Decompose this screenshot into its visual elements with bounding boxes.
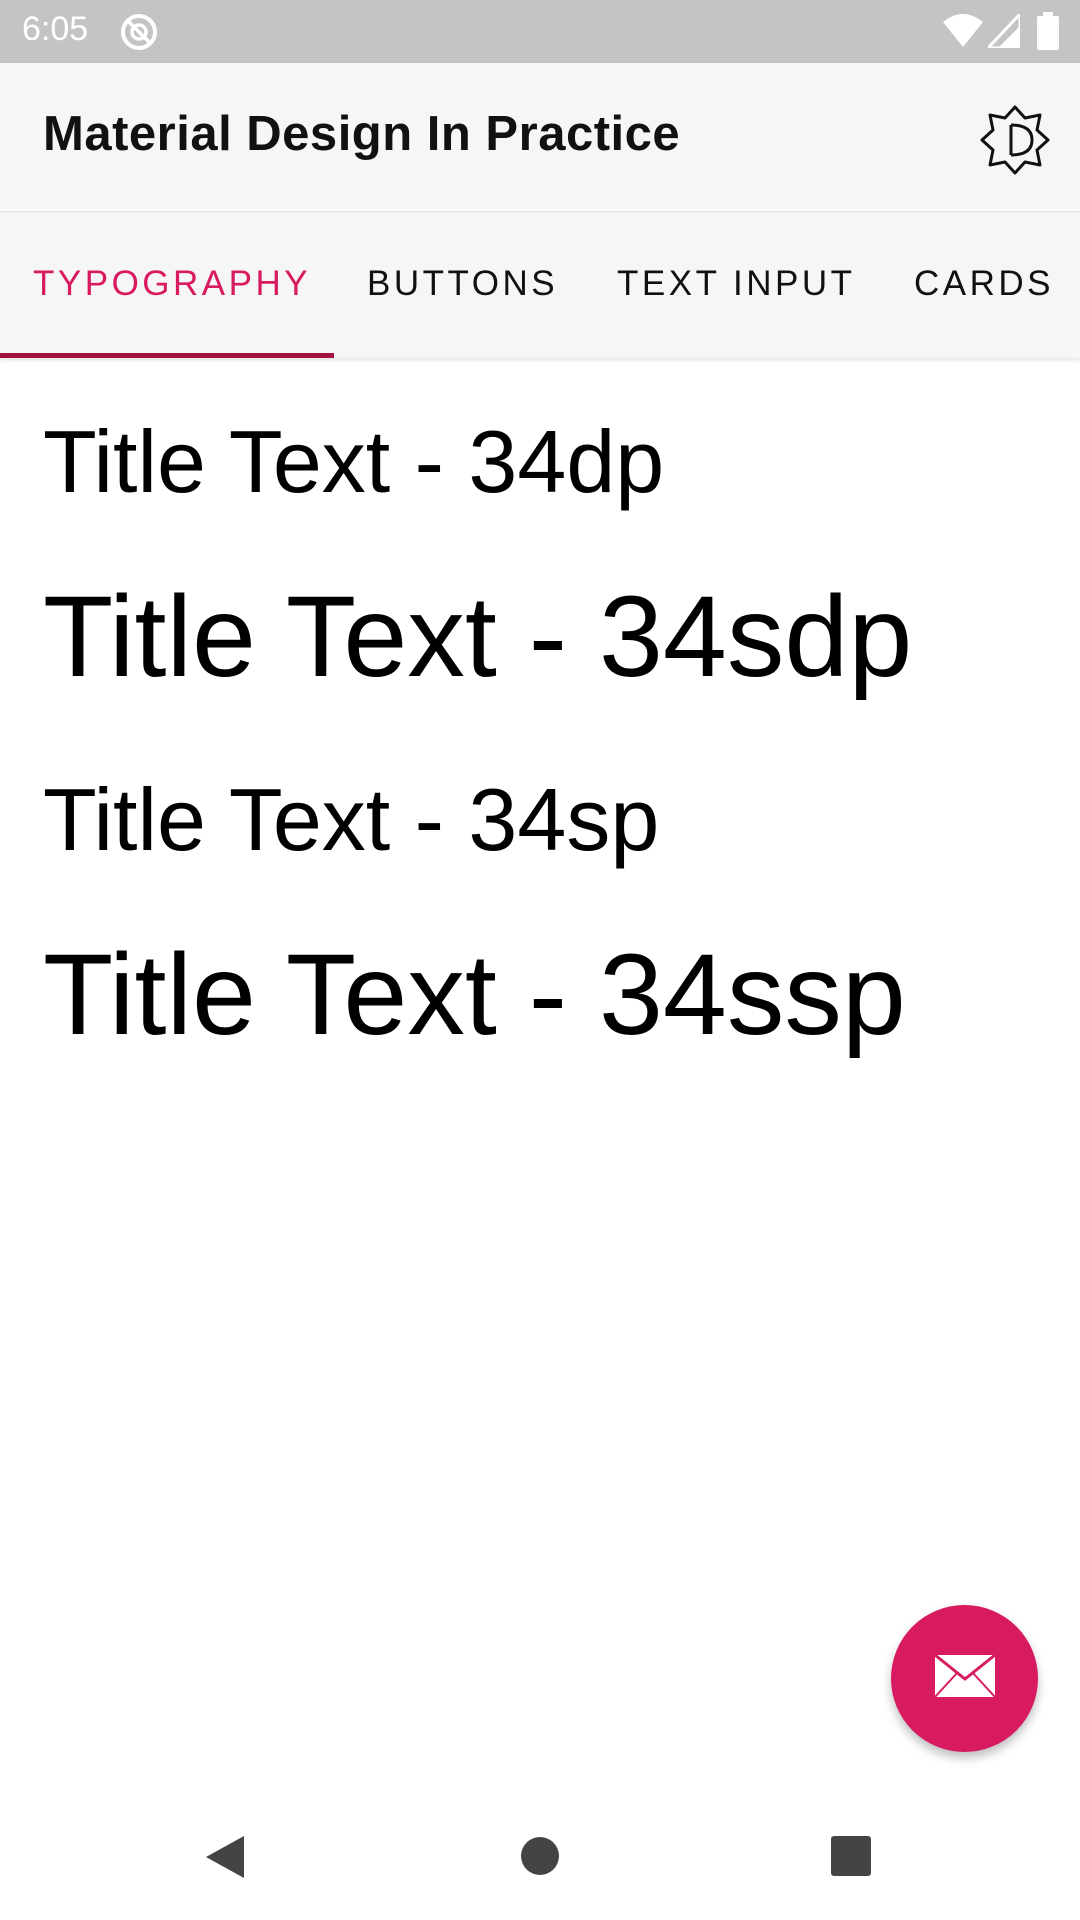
mail-icon: [933, 1653, 997, 1704]
home-icon[interactable]: [520, 1836, 560, 1881]
mail-fab-button[interactable]: [891, 1605, 1038, 1752]
tab-typography[interactable]: TYPOGRAPHY: [33, 264, 311, 304]
tab-text-input[interactable]: TEXT INPUT: [617, 264, 856, 304]
app-bar: Material Design In Practice: [0, 63, 1080, 209]
tab-indicator: [0, 353, 334, 358]
title-text-34sp: Title Text - 34sp: [43, 770, 660, 869]
tab-cards[interactable]: CARDS: [914, 264, 1054, 304]
tab-bar: TYPOGRAPHY BUTTONS TEXT INPUT CARDS: [0, 211, 1080, 358]
tab-buttons[interactable]: BUTTONS: [367, 264, 558, 304]
app-title: Material Design In Practice: [43, 107, 681, 161]
theme-toggle-icon[interactable]: [980, 105, 1050, 175]
signal-icon: [984, 10, 1022, 53]
wifi-icon: [943, 14, 983, 53]
sync-icon: [120, 13, 158, 56]
battery-icon: [1037, 12, 1059, 55]
back-icon[interactable]: [204, 1834, 246, 1885]
status-bar: 6:05: [0, 0, 1080, 63]
title-text-34ssp: Title Text - 34ssp: [43, 931, 906, 1059]
title-text-34sdp: Title Text - 34sdp: [43, 573, 913, 701]
status-time: 6:05: [22, 10, 89, 48]
navigation-bar: [0, 1810, 1080, 1920]
recents-icon[interactable]: [831, 1836, 871, 1881]
title-text-34dp: Title Text - 34dp: [43, 412, 665, 511]
